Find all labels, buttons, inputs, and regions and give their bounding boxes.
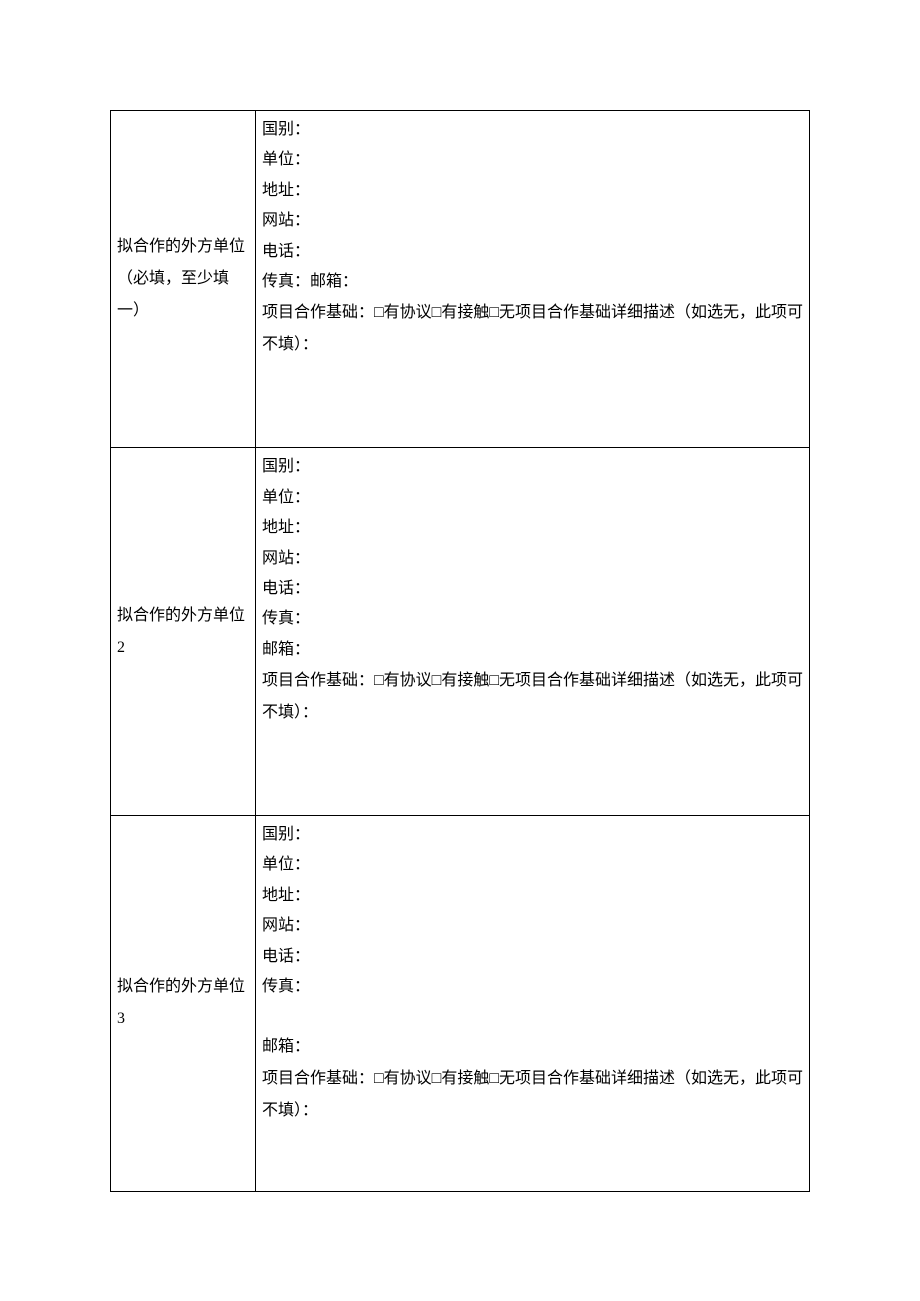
blank-space <box>262 1127 803 1187</box>
partner-row-1-label: 拟合作的外方单位（必填，至少填一） <box>111 111 256 448</box>
field-org: 单位： <box>262 850 803 880</box>
field-country: 国别： <box>262 452 803 482</box>
field-address: 地址： <box>262 881 803 911</box>
field-fax: 传真： <box>262 972 803 1002</box>
partner-row-1-content: 国别： 单位： 地址： 网站： 电话： 传真：邮箱： 项目合作基础：□有协议□有… <box>256 111 810 448</box>
gap-space <box>262 1002 803 1032</box>
field-basis: 项目合作基础：□有协议□有接触□无项目合作基础详细描述（如选无，此项可不填）： <box>262 297 803 361</box>
partner-form-table: 拟合作的外方单位（必填，至少填一） 国别： 单位： 地址： 网站： 电话： 传真… <box>110 110 810 1192</box>
field-address: 地址： <box>262 513 803 543</box>
field-phone: 电话： <box>262 574 803 604</box>
partner-row-2: 拟合作的外方单位 2 国别： 单位： 地址： 网站： 电话： 传真： 邮箱： 项… <box>111 448 810 816</box>
field-website: 网站： <box>262 206 803 236</box>
field-basis: 项目合作基础：□有协议□有接触□无项目合作基础详细描述（如选无，此项可不填）： <box>262 665 803 729</box>
field-org: 单位： <box>262 483 803 513</box>
partner-row-3: 拟合作的外方单位 3 国别： 单位： 地址： 网站： 电话： 传真： 邮箱： 项… <box>111 816 810 1192</box>
field-phone: 电话： <box>262 942 803 972</box>
field-country: 国别： <box>262 115 803 145</box>
field-org: 单位： <box>262 145 803 175</box>
partner-row-3-label: 拟合作的外方单位 3 <box>111 816 256 1192</box>
field-phone: 电话： <box>262 237 803 267</box>
field-country: 国别： <box>262 820 803 850</box>
field-email: 邮箱： <box>262 635 803 665</box>
blank-space <box>262 729 803 811</box>
partner-row-3-content: 国别： 单位： 地址： 网站： 电话： 传真： 邮箱： 项目合作基础：□有协议□… <box>256 816 810 1192</box>
blank-space <box>262 361 803 443</box>
field-website: 网站： <box>262 544 803 574</box>
field-fax: 传真： <box>262 604 803 634</box>
partner-row-2-label: 拟合作的外方单位 2 <box>111 448 256 816</box>
partner-row-2-content: 国别： 单位： 地址： 网站： 电话： 传真： 邮箱： 项目合作基础：□有协议□… <box>256 448 810 816</box>
field-address: 地址： <box>262 176 803 206</box>
field-basis: 项目合作基础：□有协议□有接触□无项目合作基础详细描述（如选无，此项可不填）： <box>262 1063 803 1127</box>
field-email: 邮箱： <box>262 1032 803 1062</box>
field-fax-email: 传真：邮箱： <box>262 267 803 297</box>
field-website: 网站： <box>262 911 803 941</box>
partner-row-1: 拟合作的外方单位（必填，至少填一） 国别： 单位： 地址： 网站： 电话： 传真… <box>111 111 810 448</box>
